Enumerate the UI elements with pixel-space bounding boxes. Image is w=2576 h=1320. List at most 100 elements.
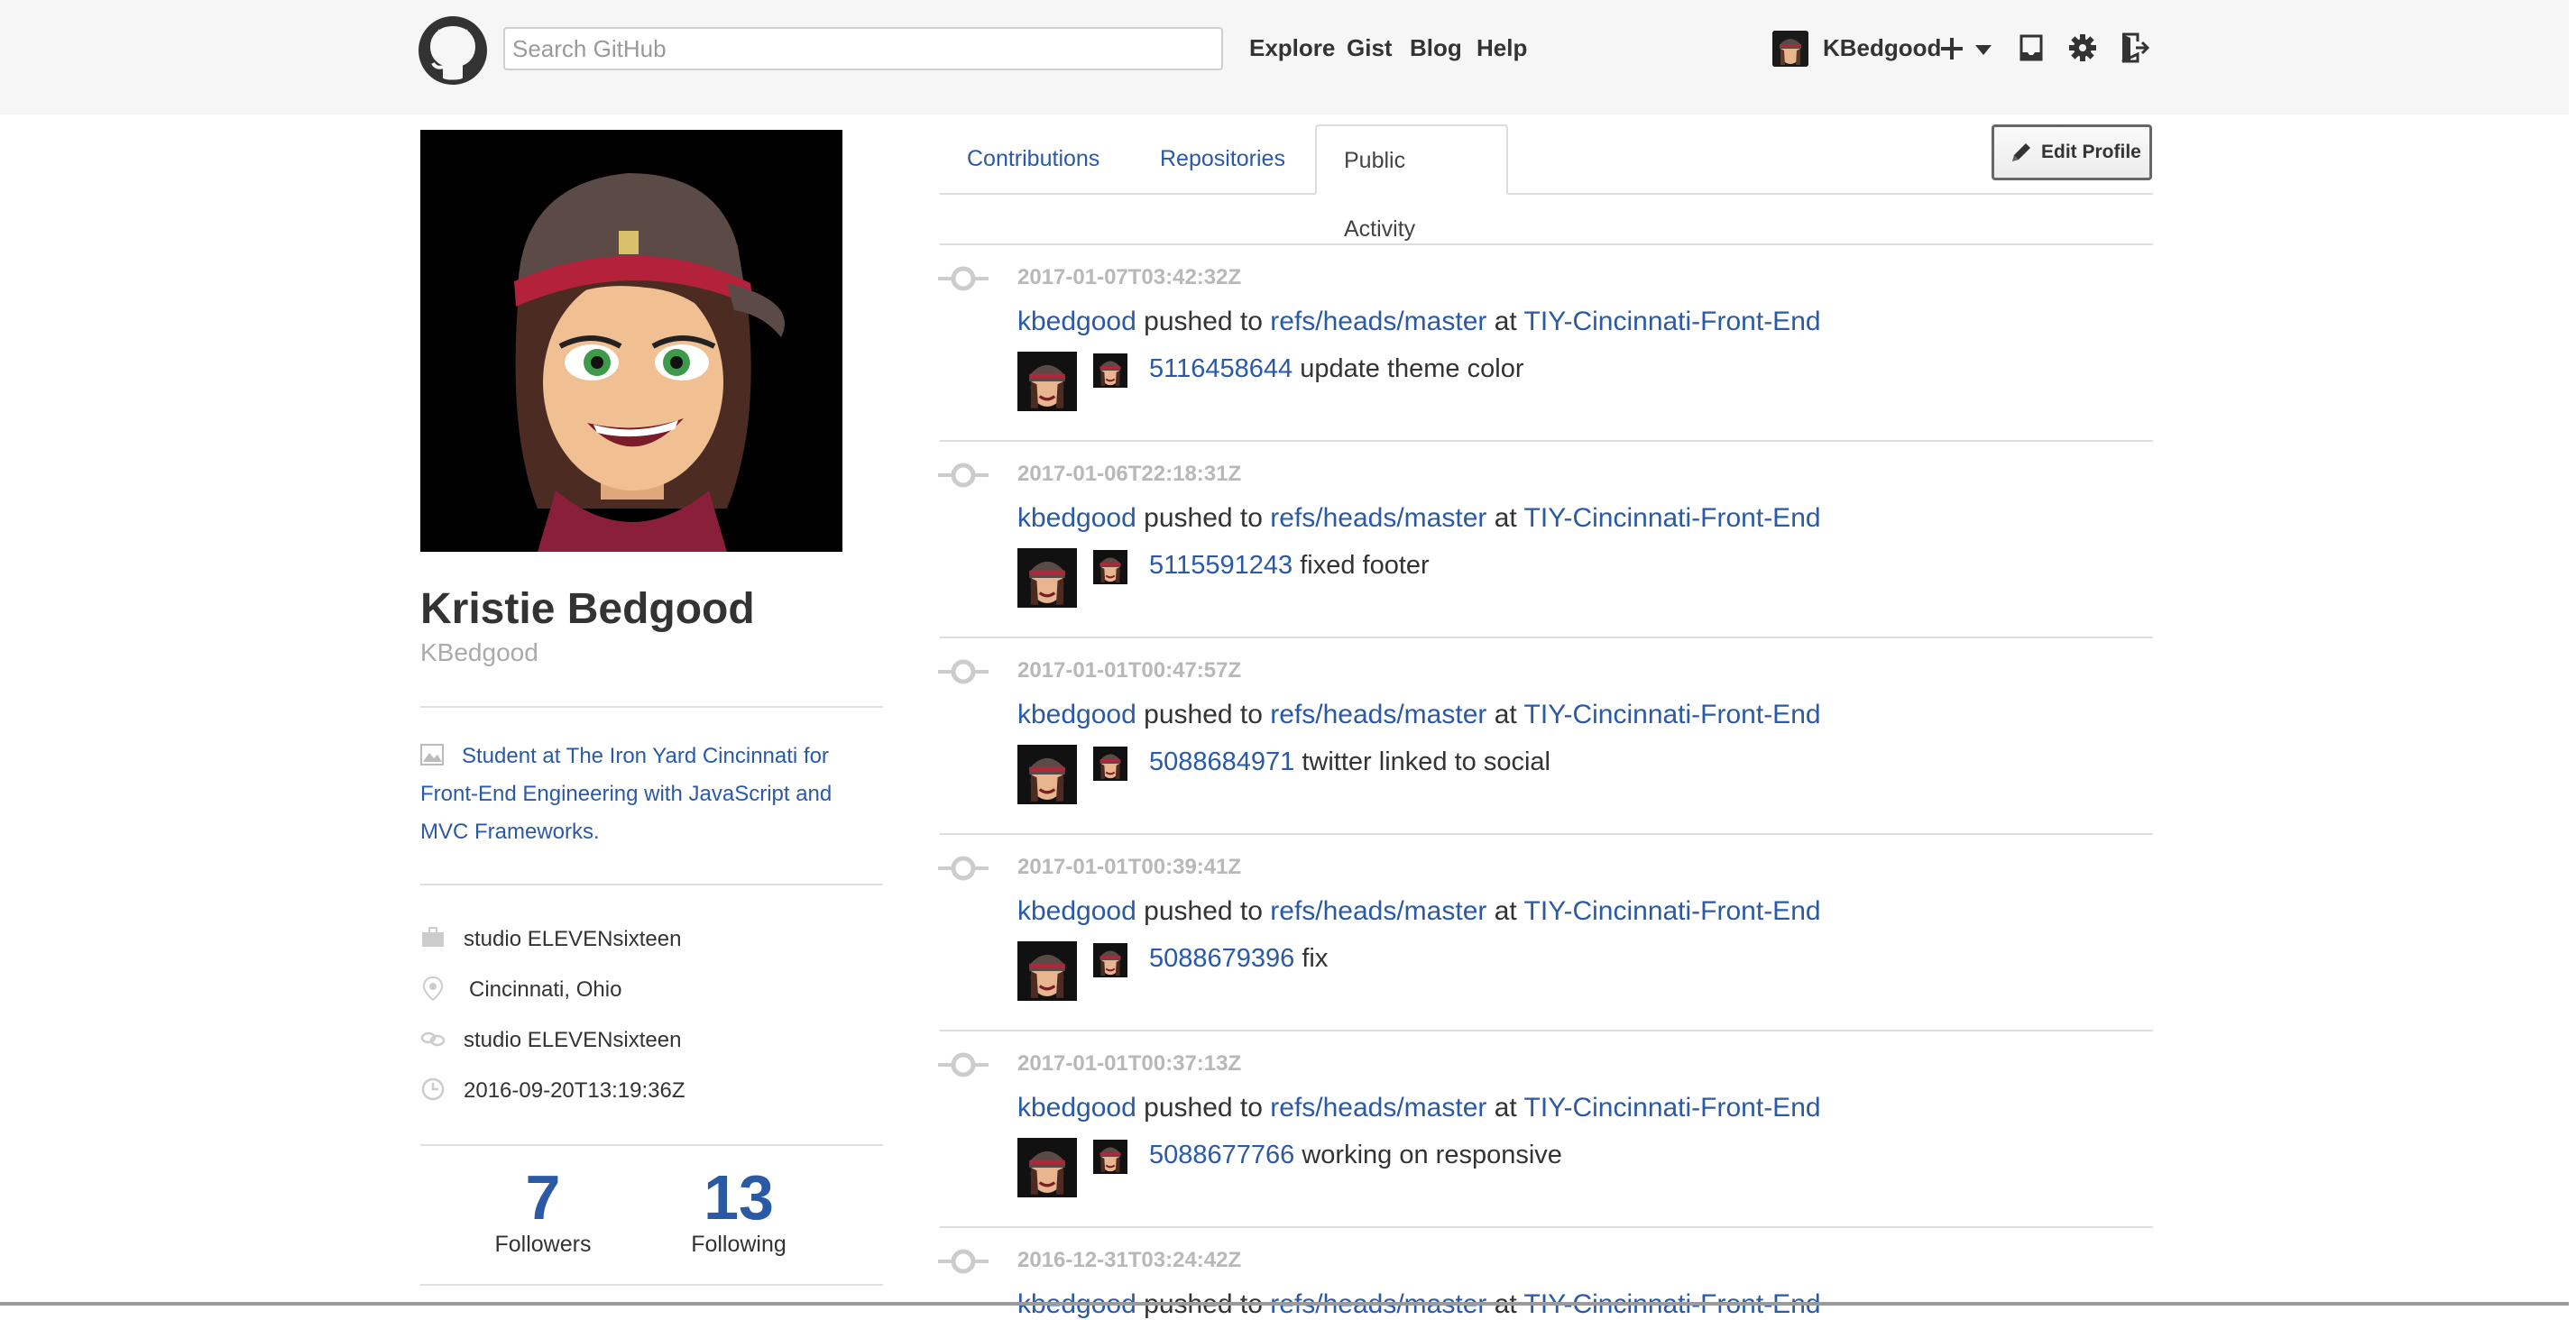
commit-author-avatar[interactable] (1093, 943, 1127, 977)
briefcase-icon (422, 927, 444, 947)
user-avatar[interactable] (1772, 31, 1808, 67)
feed-divider (940, 1226, 2153, 1228)
profile-website-text[interactable]: studio ELEVENsixteen (464, 1028, 681, 1052)
event-ref-link[interactable]: refs/heads/master (1270, 896, 1486, 926)
commit-icon (938, 463, 989, 488)
event-repo-link[interactable]: TIY-Cincinnati-Front-End (1524, 307, 1821, 336)
clock-icon (421, 1077, 445, 1101)
tab-public-activity[interactable]: Public Activity (1315, 124, 1508, 242)
event-actor-avatar[interactable] (1017, 745, 1077, 804)
feed-divider (940, 243, 2153, 245)
edit-profile-button[interactable]: Edit Profile (1992, 124, 2152, 180)
commit-sha-link[interactable]: 5088679396 (1149, 944, 1294, 973)
event-ref-link[interactable]: refs/heads/master (1270, 1093, 1486, 1123)
profile-joined-text: 2016-09-20T13:19:36Z (464, 1078, 685, 1103)
divider (420, 884, 883, 885)
profile-company-text: studio ELEVENsixteen (464, 927, 682, 951)
gear-icon[interactable] (2068, 33, 2097, 62)
profile-login: KBedgood (420, 638, 538, 666)
commit-message: working on responsive (1302, 1141, 1562, 1169)
quote-icon (420, 744, 444, 765)
feed-divider (940, 833, 2153, 835)
event-actor-link[interactable]: kbedgood (1017, 896, 1136, 926)
event-actor-avatar[interactable] (1017, 941, 1077, 1001)
event-repo-link[interactable]: TIY-Cincinnati-Front-End (1524, 896, 1821, 926)
username-link[interactable]: KBedgood (1823, 34, 1941, 62)
event-commit: 5088679396 fix (1149, 944, 1328, 974)
edit-profile-label: Edit Profile (2041, 142, 2141, 162)
profile-location: Cincinnati, Ohio (420, 976, 621, 1003)
commit-sha-link[interactable]: 5088684971 (1149, 747, 1294, 776)
commit-author-avatar[interactable] (1093, 1140, 1127, 1174)
location-pin-icon (422, 976, 444, 1001)
event-actor-avatar[interactable] (1017, 352, 1077, 411)
event-timestamp: 2017-01-01T00:39:41Z (1017, 855, 1242, 879)
event-timestamp: 2017-01-07T03:42:32Z (1017, 265, 1242, 289)
search-input[interactable] (503, 27, 1223, 70)
plus-icon[interactable] (1939, 36, 1964, 61)
commit-author-avatar[interactable] (1093, 747, 1127, 781)
following-count[interactable]: 13 (649, 1161, 829, 1233)
event-repo-link[interactable]: TIY-Cincinnati-Front-End (1524, 700, 1821, 729)
event-summary: kbedgood pushed to refs/heads/master at … (1017, 503, 1821, 534)
event-preposition: at (1494, 1093, 1517, 1123)
event-ref-link[interactable]: refs/heads/master (1270, 503, 1486, 533)
event-actor-avatar[interactable] (1017, 1138, 1077, 1197)
event-timestamp: 2016-12-31T03:24:42Z (1017, 1248, 1242, 1272)
tab-repositories[interactable]: Repositories (1133, 124, 1312, 195)
event-commit: 5115591243 fixed footer (1149, 551, 1430, 581)
followers-count[interactable]: 7 (453, 1161, 633, 1233)
commit-icon (938, 856, 989, 881)
commit-sha-link[interactable]: 5116458644 (1149, 354, 1293, 383)
event-actor-avatar[interactable] (1017, 548, 1077, 608)
event-actor-link[interactable]: kbedgood (1017, 307, 1136, 336)
event-actor-link[interactable]: kbedgood (1017, 1093, 1136, 1123)
event-summary: kbedgood pushed to refs/heads/master at … (1017, 896, 1821, 927)
feed-divider (940, 637, 2153, 638)
event-ref-link[interactable]: refs/heads/master (1270, 307, 1486, 336)
nav-gist[interactable]: Gist (1347, 34, 1393, 62)
commit-message: fix (1302, 944, 1329, 973)
scrollbar[interactable] (2569, 0, 2576, 1306)
nav-help[interactable]: Help (1477, 34, 1527, 62)
commit-author-avatar[interactable] (1093, 353, 1127, 388)
nav-explore[interactable]: Explore (1249, 34, 1335, 62)
event-actor-link[interactable]: kbedgood (1017, 503, 1136, 533)
event-verb: pushed to (1144, 700, 1263, 729)
event-commit: 5088677766 working on responsive (1149, 1141, 1562, 1170)
commit-message: fixed footer (1300, 551, 1430, 580)
commit-sha-link[interactable]: 5115591243 (1149, 551, 1293, 580)
top-header: Explore Gist Blog Help KBedgood (0, 0, 2576, 115)
profile-bio-text: Student at The Iron Yard Cincinnati for … (420, 744, 833, 844)
event-timestamp: 2017-01-01T00:47:57Z (1017, 658, 1242, 683)
commit-icon (938, 1052, 989, 1077)
commit-sha-link[interactable]: 5088677766 (1149, 1141, 1294, 1169)
tab-contributions[interactable]: Contributions (940, 124, 1127, 195)
event-summary: kbedgood pushed to refs/heads/master at … (1017, 1093, 1821, 1123)
nav-blog[interactable]: Blog (1410, 34, 1462, 62)
event-verb: pushed to (1144, 896, 1263, 926)
event-repo-link[interactable]: TIY-Cincinnati-Front-End (1524, 503, 1821, 533)
event-actor-link[interactable]: kbedgood (1017, 700, 1136, 729)
event-repo-link[interactable]: TIY-Cincinnati-Front-End (1524, 1093, 1821, 1123)
event-summary: kbedgood pushed to refs/heads/master at … (1017, 700, 1821, 730)
divider (420, 1284, 883, 1286)
profile-company: studio ELEVENsixteen (420, 925, 681, 952)
profile-full-name: Kristie Bedgood (420, 585, 755, 633)
followers-label[interactable]: Followers (453, 1232, 633, 1258)
chevron-down-icon[interactable] (1975, 45, 1992, 56)
inbox-icon[interactable] (2018, 34, 2045, 61)
event-ref-link[interactable]: refs/heads/master (1270, 700, 1486, 729)
feed-divider (940, 1030, 2153, 1031)
sign-out-icon[interactable] (2120, 32, 2150, 63)
commit-message: twitter linked to social (1302, 747, 1550, 776)
event-summary: kbedgood pushed to refs/heads/master at … (1017, 307, 1821, 337)
profile-website[interactable]: studio ELEVENsixteen (420, 1026, 681, 1053)
github-logo-icon[interactable] (417, 14, 489, 87)
event-timestamp: 2017-01-01T00:37:13Z (1017, 1051, 1242, 1076)
commit-author-avatar[interactable] (1093, 550, 1127, 584)
event-preposition: at (1494, 503, 1517, 533)
following-label[interactable]: Following (649, 1232, 829, 1258)
commit-icon (938, 1249, 989, 1274)
link-icon (420, 1031, 446, 1047)
